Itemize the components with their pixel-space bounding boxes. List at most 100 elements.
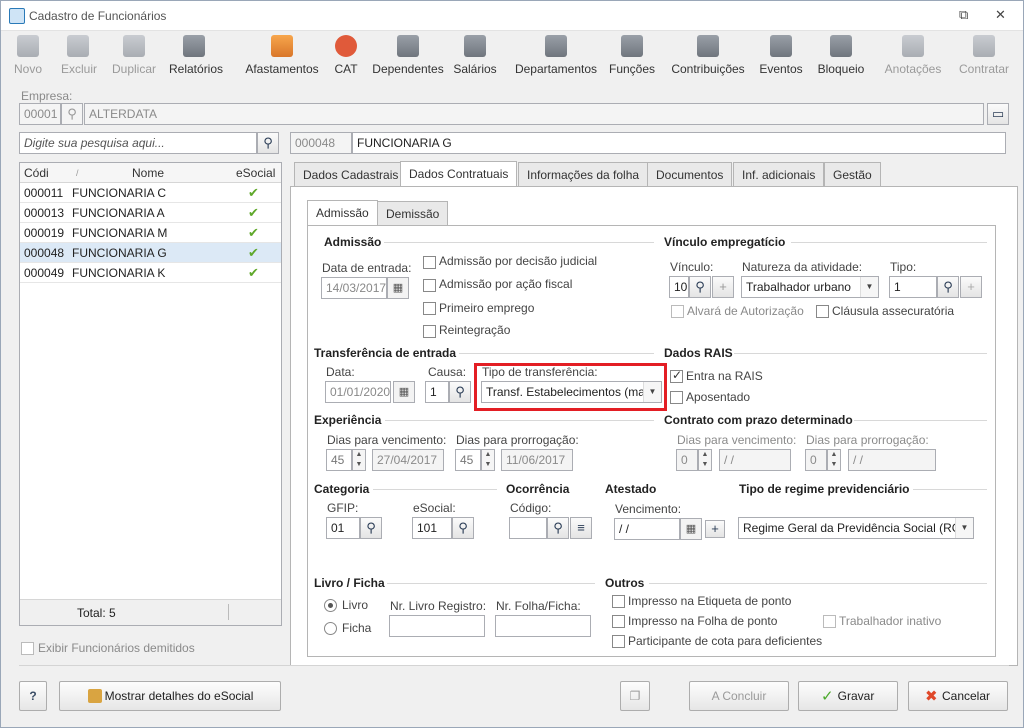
fiscal-checkbox[interactable]: [423, 279, 436, 292]
toolbar-eventos-button[interactable]: Eventos: [757, 35, 805, 81]
help-button[interactable]: ?: [19, 681, 47, 711]
regime-select[interactable]: Regime Geral da Previdência Social (RGPS…: [738, 517, 974, 539]
column-header-name[interactable]: Nome: [132, 166, 164, 180]
nr-folha-input[interactable]: [495, 615, 591, 637]
subtab-demissao[interactable]: Demissão: [377, 201, 449, 225]
judicial-checkbox[interactable]: [423, 256, 436, 269]
reintegracao-label: Reintegração: [439, 323, 511, 337]
toolbar-salarios-button[interactable]: Salários: [453, 35, 497, 81]
tab-dados-contratuais[interactable]: Dados Contratuais: [400, 161, 518, 187]
column-header-esocial[interactable]: eSocial: [236, 166, 275, 180]
codigo-search-icon[interactable]: ⚲: [547, 517, 569, 539]
table-row[interactable]: 000019 FUNCIONARIA M ✔: [20, 223, 281, 243]
tab-dados-cadastrais[interactable]: Dados Cadastrais: [294, 162, 408, 186]
table-row[interactable]: 000011 FUNCIONARIA C ✔: [20, 183, 281, 203]
tipo-label: Tipo:: [890, 260, 917, 274]
close-icon[interactable]: ✕: [995, 7, 1006, 23]
inativo-label: Trabalhador inativo: [839, 614, 942, 628]
reintegracao-checkbox[interactable]: [423, 325, 436, 338]
chevron-down-icon[interactable]: ▼: [643, 382, 661, 402]
etiqueta-label: Impresso na Etiqueta de ponto: [628, 594, 792, 608]
divider: [734, 353, 987, 354]
atestado-venc-input[interactable]: / /: [614, 518, 680, 540]
primeiro-emprego-checkbox[interactable]: [423, 302, 436, 315]
tab-gestao[interactable]: Gestão: [824, 162, 881, 186]
toolbar-label: Funções: [608, 62, 656, 76]
restore-icon[interactable]: ⧉: [959, 7, 968, 23]
tipo-search-icon[interactable]: ⚲: [937, 276, 959, 298]
codigo-input[interactable]: [509, 517, 547, 539]
calendar-icon[interactable]: ▦: [387, 277, 409, 299]
row-code: 000011: [24, 186, 64, 200]
column-header-code[interactable]: Códi: [24, 166, 49, 180]
tab-informacoes-folha[interactable]: Informações da folha: [518, 162, 649, 186]
causa-input[interactable]: 1: [425, 381, 449, 403]
ficha-radio[interactable]: [324, 622, 337, 635]
people-icon: [397, 35, 419, 57]
search-input[interactable]: Digite sua pesquisa aqui...: [19, 132, 257, 154]
esocial-details-button[interactable]: Mostrar detalhes do eSocial: [59, 681, 281, 711]
subtab-admissao[interactable]: Admissão: [307, 200, 378, 226]
toolbar-afastamentos-button[interactable]: Afastamentos: [243, 35, 321, 81]
tipo-transferencia-select[interactable]: Transf. Estabelecimentos (ma ▼: [481, 381, 662, 403]
toolbar-relatorios-button[interactable]: Relatórios: [169, 35, 223, 81]
show-dismissed-checkbox[interactable]: [21, 642, 34, 655]
cancelar-button[interactable]: ✖ Cancelar: [908, 681, 1008, 711]
tab-inf-adicionais[interactable]: Inf. adicionais: [733, 162, 825, 186]
gfip-search-icon[interactable]: ⚲: [360, 517, 382, 539]
company-card-icon[interactable]: ▭: [987, 103, 1009, 125]
toolbar-label: Novo: [13, 62, 42, 76]
gravar-button[interactable]: ✓ Gravar: [798, 681, 898, 711]
outros-section-title: Outros: [605, 576, 645, 590]
chevron-down-icon[interactable]: ▼: [955, 518, 973, 538]
vinculo-search-icon[interactable]: ⚲: [689, 276, 711, 298]
list-icon[interactable]: ≡: [570, 517, 592, 539]
tipo-input[interactable]: 1: [889, 276, 937, 298]
table-row[interactable]: 000048 FUNCIONARIA G ✔: [20, 243, 281, 263]
esocial-search-icon[interactable]: ⚲: [452, 517, 474, 539]
exp-venc-days[interactable]: 45: [326, 449, 352, 471]
add-atestado-icon[interactable]: +: [705, 520, 725, 538]
natureza-select[interactable]: Trabalhador urbano ▼: [741, 276, 879, 298]
add-user-icon: +: [712, 276, 734, 298]
table-row[interactable]: 000013 FUNCIONARIA A ✔: [20, 203, 281, 223]
calendar-icon[interactable]: ▦: [393, 381, 415, 403]
livro-radio[interactable]: [324, 599, 337, 612]
toolbar-dependentes-button[interactable]: Dependentes: [371, 35, 445, 81]
spin-icon[interactable]: ▲ ▼: [481, 449, 495, 471]
nr-livro-input[interactable]: [389, 615, 485, 637]
data-entrada-input[interactable]: 14/03/2017: [321, 277, 387, 299]
toolbar-departamentos-button[interactable]: Departamentos: [511, 35, 601, 81]
transfer-data-input[interactable]: 01/01/2020: [325, 381, 391, 403]
table-row[interactable]: 000049 FUNCIONARIA K ✔: [20, 263, 281, 283]
alvara-checkbox: [671, 305, 684, 318]
spin-icon[interactable]: ▲ ▼: [352, 449, 366, 471]
calendar-icon[interactable]: ▦: [680, 518, 702, 540]
folha-ponto-checkbox[interactable]: [612, 615, 625, 628]
chevron-down-icon[interactable]: ▼: [860, 277, 878, 297]
empresa-label: Empresa:: [21, 89, 73, 103]
aposentado-checkbox[interactable]: [670, 391, 683, 404]
esocial-input[interactable]: 101: [412, 517, 452, 539]
causa-search-icon[interactable]: ⚲: [449, 381, 471, 403]
gfip-input[interactable]: 01: [326, 517, 360, 539]
tab-documentos[interactable]: Documentos: [647, 162, 733, 186]
check-icon: ✓: [821, 688, 834, 705]
toolbar-cat-button[interactable]: CAT: [331, 35, 361, 81]
toolbar-bloqueio-button[interactable]: Bloqueio: [815, 35, 867, 81]
search-icon[interactable]: ⚲: [257, 132, 279, 154]
entra-rais-checkbox[interactable]: [670, 368, 683, 383]
clausula-checkbox[interactable]: [816, 305, 829, 318]
fiscal-label: Admissão por ação fiscal: [439, 277, 573, 291]
vinculo-input[interactable]: 10: [669, 276, 689, 298]
deficientes-checkbox[interactable]: [612, 635, 625, 648]
employee-name-field[interactable]: FUNCIONARIA G: [352, 132, 1006, 154]
exp-prorr-days[interactable]: 45: [455, 449, 481, 471]
toolbar-funcoes-button[interactable]: Funções: [607, 35, 657, 81]
hire-icon: [973, 35, 995, 57]
toolbar-contribuicoes-button[interactable]: Contribuições: [669, 35, 747, 81]
esocial-check-icon: ✔: [248, 205, 259, 220]
etiqueta-checkbox[interactable]: [612, 595, 625, 608]
divider: [459, 353, 654, 354]
row-code: 000019: [24, 226, 65, 240]
